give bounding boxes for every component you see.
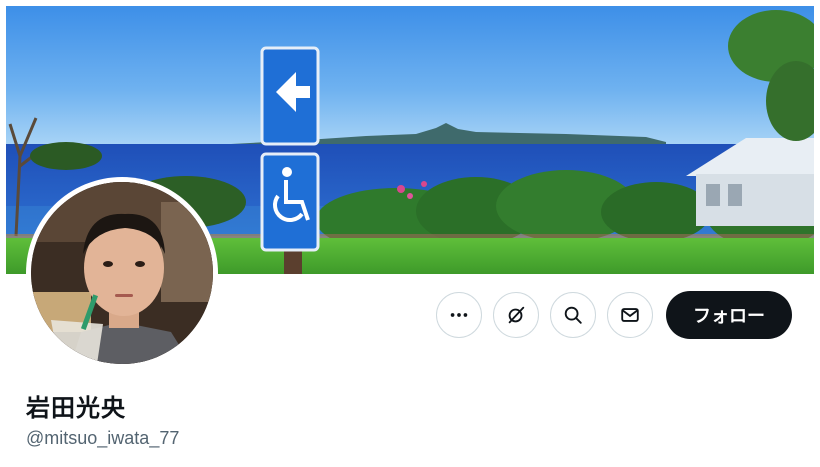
profile-avatar[interactable] bbox=[26, 177, 218, 369]
grok-slash-circle-icon bbox=[508, 306, 525, 324]
more-button[interactable] bbox=[436, 292, 482, 338]
follow-button[interactable]: フォロー bbox=[666, 291, 792, 339]
message-button[interactable] bbox=[607, 292, 653, 338]
search-button[interactable] bbox=[550, 292, 596, 338]
grok-button[interactable] bbox=[493, 292, 539, 338]
profile-display-name: 岩田光央 bbox=[26, 394, 126, 422]
ellipsis-icon bbox=[450, 313, 468, 317]
profile-page: フォロー 岩田光央 @mitsuo_iwata_77 bbox=[0, 0, 820, 467]
profile-actions: フォロー bbox=[436, 291, 792, 339]
profile-handle: @mitsuo_iwata_77 bbox=[26, 428, 180, 448]
avatar-photo bbox=[31, 182, 213, 364]
search-icon bbox=[564, 306, 582, 324]
envelope-icon bbox=[621, 308, 639, 322]
